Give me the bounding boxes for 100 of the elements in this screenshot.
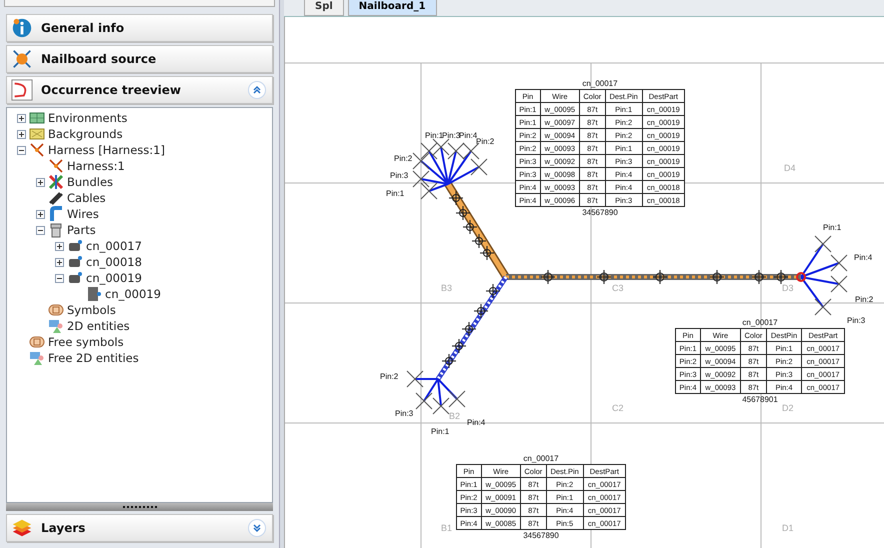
crosshair-icon <box>442 354 456 368</box>
part-number: 45678901 <box>742 394 778 405</box>
grid-icon <box>29 126 45 142</box>
crosshair-icon <box>462 322 476 336</box>
tree-item[interactable]: Harness:1 <box>67 159 125 173</box>
expander-icon[interactable] <box>36 178 45 186</box>
crosshair-icon <box>540 270 556 284</box>
section-header[interactable]: General info <box>6 14 273 42</box>
expander-icon[interactable] <box>17 114 26 122</box>
expander-icon[interactable] <box>55 274 64 282</box>
document-tab[interactable]: Spl <box>304 0 344 16</box>
tree-item[interactable]: cn_00019 <box>105 287 161 301</box>
connector-marker <box>796 272 806 282</box>
pin-label: Pin:2 <box>476 137 494 146</box>
pin-label: Pin:1 <box>425 131 444 140</box>
tree-item[interactable]: Harness [Harness:1] <box>48 143 165 157</box>
crosshair-icon <box>472 234 486 248</box>
table-title: cn_00017 <box>582 78 618 89</box>
crosshair-icon <box>456 206 470 220</box>
nailboard-icon <box>11 48 33 70</box>
connector-icon <box>67 238 83 254</box>
section-header[interactable]: Layers <box>6 514 273 542</box>
crosshair-icon <box>448 190 464 206</box>
tree-item[interactable]: Symbols <box>67 303 116 317</box>
resize-grip[interactable] <box>6 503 273 511</box>
harness-icon <box>29 142 45 158</box>
crosshair-icon <box>462 220 478 234</box>
crosshair-icon <box>710 270 724 284</box>
expander-icon[interactable] <box>55 258 64 266</box>
zone-label: D3 <box>782 283 794 293</box>
tree-item[interactable]: Bundles <box>67 175 114 189</box>
pin-label: Pin:3 <box>390 171 408 180</box>
section-header[interactable]: Nailboard source <box>6 45 273 73</box>
bundle-icon <box>48 174 64 190</box>
connector-icon <box>67 270 83 286</box>
part-number: 34567890 <box>582 207 618 218</box>
crosshair-icon <box>486 284 500 298</box>
zone-label: B2 <box>449 411 460 421</box>
connector-icon <box>67 254 83 270</box>
tree-item[interactable]: Backgrounds <box>48 127 123 141</box>
tree-item[interactable]: Free symbols <box>48 335 124 349</box>
expander-icon[interactable] <box>17 130 26 138</box>
expander-icon[interactable] <box>36 226 45 234</box>
grid-icon <box>29 110 45 126</box>
expand-icon[interactable] <box>248 519 266 537</box>
pin-label: Pin:3 <box>395 409 414 418</box>
pin-label: Pin:1 <box>823 223 842 232</box>
shapes-icon <box>48 318 64 334</box>
tree-item[interactable]: cn_00019 <box>86 271 142 285</box>
section-title: General info <box>41 21 126 35</box>
pin-label: Pin:3 <box>442 131 460 140</box>
zone-label: B1 <box>441 523 452 533</box>
parts-icon <box>48 222 64 238</box>
section-header[interactable]: Occurrence treeview <box>6 76 273 104</box>
tree-item[interactable]: Wires <box>67 207 99 221</box>
tree-item[interactable]: Environments <box>48 111 128 125</box>
collapse-icon[interactable] <box>248 81 266 99</box>
pin-label: Pin:4 <box>467 418 486 427</box>
expander-icon[interactable] <box>55 242 64 250</box>
tree-item[interactable]: cn_00018 <box>86 255 142 269</box>
cable-icon <box>48 190 64 206</box>
crosshair-icon <box>752 270 766 284</box>
tree-item[interactable]: Parts <box>67 223 96 237</box>
connector-icon <box>86 286 102 302</box>
crosshair-icon <box>474 304 488 318</box>
wire-icon <box>48 206 64 222</box>
zone-label: B3 <box>441 283 452 293</box>
shapes-icon <box>29 350 45 366</box>
tree-item[interactable]: Cables <box>67 191 106 205</box>
pin-label: Pin:2 <box>380 372 398 381</box>
tree-item[interactable]: 2D entities <box>67 319 130 333</box>
crosshair-icon <box>652 270 668 284</box>
pin-label: Pin:3 <box>847 316 866 325</box>
section-title: Nailboard source <box>41 52 158 66</box>
crosshair-icon <box>480 246 494 260</box>
pin-label: Pin:2 <box>855 295 874 304</box>
table-title: cn_00017 <box>523 453 559 464</box>
expander-icon[interactable] <box>36 210 45 218</box>
zone-label: C3 <box>612 283 624 293</box>
pin-label: Pin:4 <box>854 253 872 262</box>
section-title: Layers <box>41 521 86 535</box>
symbol-icon <box>48 302 64 318</box>
expander-icon[interactable] <box>17 146 26 154</box>
tree-item[interactable]: cn_00017 <box>86 239 142 253</box>
zone-label: C2 <box>612 403 624 413</box>
layers-icon <box>11 517 33 539</box>
part-number: 34567890 <box>523 530 559 541</box>
harness-icon <box>48 158 64 174</box>
table-title: cn_00017 <box>742 317 778 328</box>
pin-label: Pin:2 <box>394 154 412 163</box>
curve-icon <box>11 79 33 101</box>
pin-label: Pin:1 <box>386 189 404 198</box>
document-tab[interactable]: Nailboard_1 <box>348 0 437 16</box>
tree-item[interactable]: Free 2D entities <box>48 351 139 365</box>
crosshair-icon <box>774 270 788 284</box>
section-title: Occurrence treeview <box>41 83 182 97</box>
pin-label: Pin:4 <box>459 131 478 140</box>
zone-label: D2 <box>782 403 794 413</box>
pin-label: Pin:1 <box>431 427 450 436</box>
crosshair-icon <box>596 270 612 284</box>
